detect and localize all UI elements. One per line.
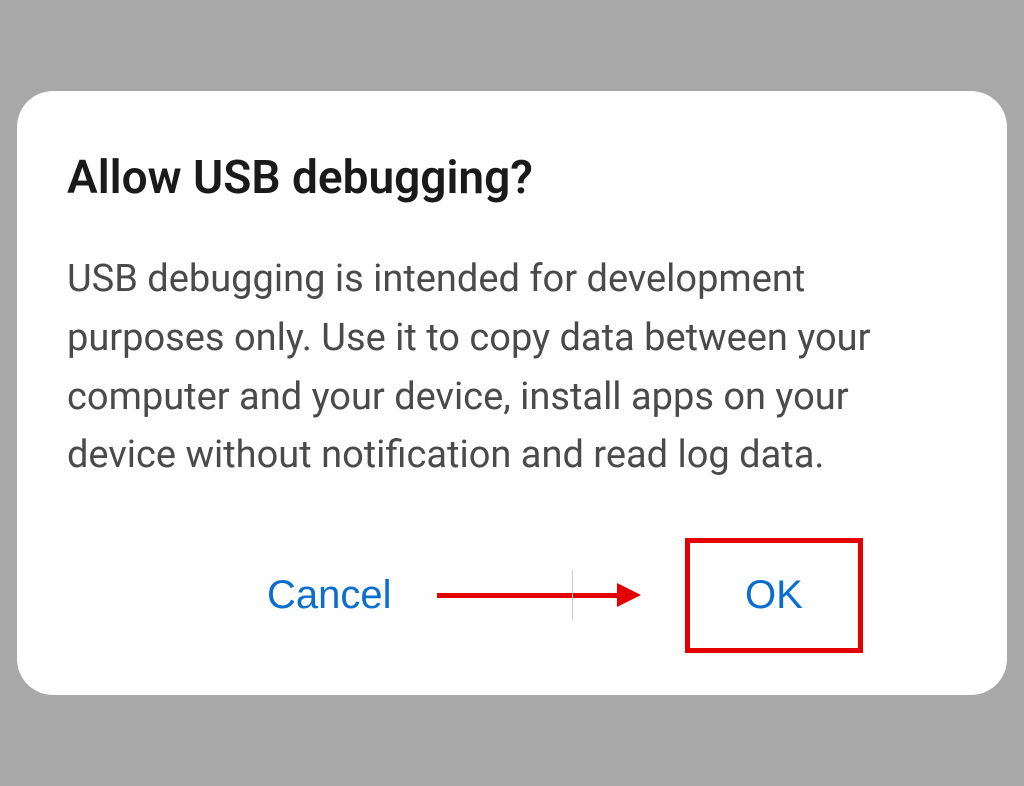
usb-debugging-dialog: Allow USB debugging? USB debugging is in…	[17, 91, 1007, 696]
ok-button[interactable]: OK	[745, 573, 803, 618]
button-divider	[572, 570, 573, 620]
cancel-button[interactable]: Cancel	[267, 573, 392, 618]
dialog-button-row: Cancel OK	[67, 545, 957, 645]
dialog-body: USB debugging is intended for developmen…	[67, 250, 957, 486]
dialog-title: Allow USB debugging?	[67, 151, 957, 205]
ok-button-highlight: OK	[685, 538, 863, 653]
arrow-annotation-icon	[437, 583, 641, 607]
